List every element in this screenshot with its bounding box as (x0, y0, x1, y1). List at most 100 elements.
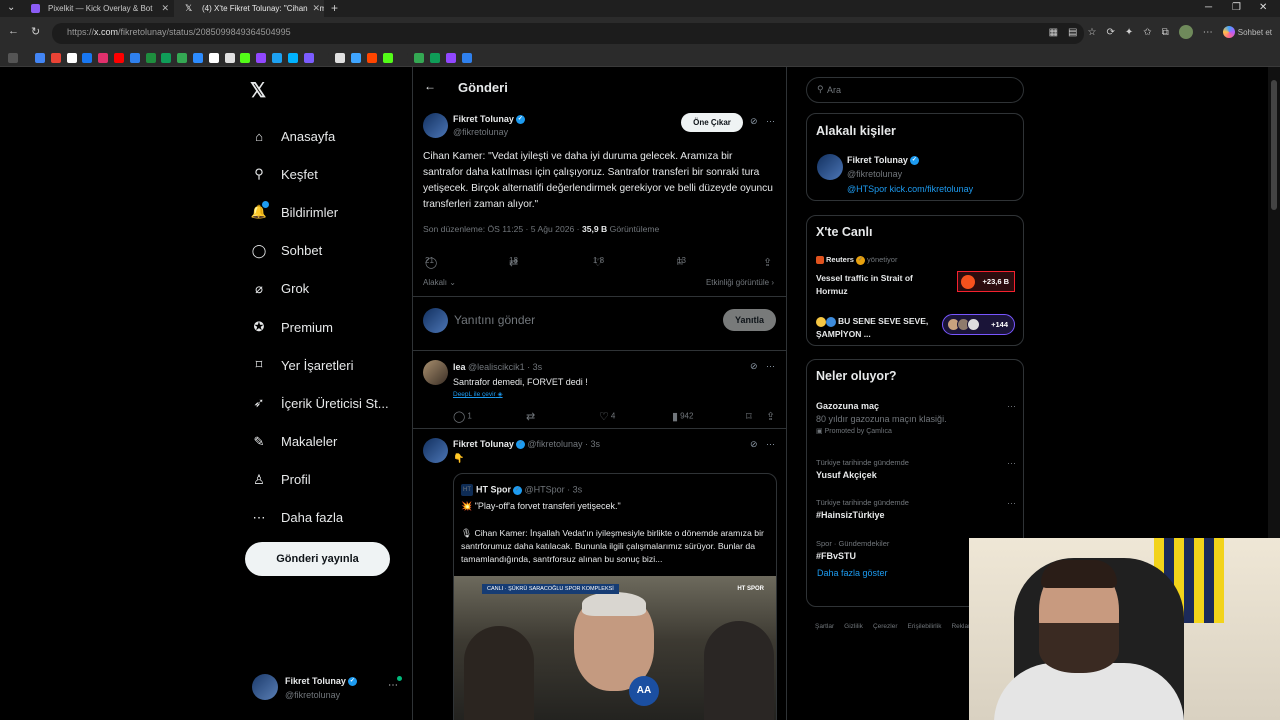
live-item-title[interactable]: Vessel traffic in Strait of Hormuz (816, 272, 946, 298)
browser-tab-pixelkit[interactable]: Pixelkit — Kick Overlay & Bot ✕ (20, 0, 173, 17)
bookmark-favicon-icon[interactable] (382, 53, 393, 63)
nav-item-home[interactable]: ⌂ Anasayfa (250, 117, 389, 155)
quoted-post[interactable]: HT HT Spor ✓ @HTSpor · 3s 💥 "Play-off'a fo… (453, 473, 777, 720)
nav-item-chat[interactable]: ◯ Sohbet (250, 232, 389, 270)
author-name[interactable]: Fikret Tolunay ✓ (453, 114, 525, 125)
account-switcher[interactable]: Fikret Tolunay ✓ @fikretolunay ⋯ (252, 674, 402, 704)
refresh-extension-icon[interactable]: ⟳ (1106, 27, 1114, 38)
reload-icon[interactable]: ↻ (31, 25, 40, 38)
bookmark-favicon-icon[interactable] (35, 53, 45, 63)
nav-item-grok[interactable]: ⌀ Grok (250, 270, 389, 308)
trend-item[interactable]: Türkiye tarihinde gündemde #HainsizTürki… (816, 498, 1016, 520)
related-person-handle[interactable]: @fikretolunay (847, 169, 902, 179)
split-screen-icon[interactable]: ▦ (1049, 27, 1058, 38)
account-more-icon[interactable]: ⋯ (388, 680, 398, 691)
bookmark-favicon-icon[interactable] (145, 53, 156, 63)
reply-more-icon[interactable]: ⋯ (766, 439, 775, 450)
bookmark-apps-icon[interactable] (8, 53, 18, 63)
nav-item-bookmark[interactable]: ⌑ Yer İşaretleri (250, 346, 389, 384)
settings-more-icon[interactable]: ⋯ (1203, 27, 1213, 38)
nav-item-search[interactable]: ⚲ Keşfet (250, 155, 389, 193)
new-tab-icon[interactable]: + (331, 0, 338, 16)
close-tab-icon[interactable]: ✕ (161, 0, 169, 17)
scrollbar-thumb[interactable] (1271, 80, 1277, 210)
nav-item-premium[interactable]: ✪ Premium (250, 308, 389, 346)
trend-item[interactable]: Türkiye tarihinde gündemde Yusuf Akçiçek… (816, 458, 1016, 480)
deepl-translate-link[interactable]: DeepL ile çevir ◈ (453, 390, 503, 398)
bookmark-favicon-icon[interactable] (177, 53, 188, 63)
footer-link[interactable]: Erişilebilirlik (908, 623, 942, 630)
nav-item-more-circle[interactable]: ⋯ Daha fazla (250, 499, 389, 537)
bookmark-favicon-icon[interactable] (208, 53, 219, 63)
bookmark-favicon-icon[interactable] (98, 53, 109, 63)
live-source[interactable]: Reuters ✓ yönetiyor (816, 255, 897, 265)
nav-item-article[interactable]: ✎ Makaleler (250, 423, 389, 461)
live-listeners-pill[interactable]: +144 (942, 314, 1015, 335)
grok-explain-icon[interactable]: ⊘ (750, 116, 758, 127)
browser-tab-x-post[interactable]: 𝕏 (4) X'te Fikret Tolunay: "Cihan Kam ✕ (174, 0, 324, 17)
trend-more-icon[interactable]: ⋯ (1007, 458, 1016, 469)
search-input[interactable] (827, 82, 1007, 98)
bookmark-favicon-icon[interactable] (335, 53, 346, 63)
browser-profile-avatar[interactable] (1178, 25, 1193, 39)
bookmark-favicon-icon[interactable] (287, 53, 298, 63)
repost-action[interactable]: ⇄ (526, 410, 537, 423)
search-box[interactable]: ⚲ (806, 77, 1024, 103)
reply-author[interactable]: lea @lealiscikcik1 · 3s (453, 362, 542, 372)
minimize-icon[interactable]: ─ (1205, 0, 1212, 16)
x-logo-icon[interactable]: 𝕏 (250, 78, 266, 103)
bookmark-favicon-icon[interactable] (319, 53, 330, 63)
post-more-icon[interactable]: ⋯ (766, 116, 775, 127)
quoted-media-image[interactable]: AA CANLI · ŞÜKRÜ SARACOĞLU SPOR KOMPLEKS… (454, 576, 776, 720)
tab-list-chevron-icon[interactable]: ⌄ (7, 0, 15, 16)
grok-explain-icon[interactable]: ⊘ (750, 439, 758, 450)
close-tab-icon[interactable]: ✕ (310, 0, 320, 17)
show-more-link[interactable]: Daha fazla göster (817, 568, 888, 578)
post-button[interactable]: Gönderi yayınla (245, 542, 390, 576)
views-action[interactable]: ▮ 942 (672, 410, 693, 423)
bookmark-favicon-icon[interactable] (161, 53, 172, 63)
bookmark-favicon-icon[interactable] (272, 53, 282, 63)
live-listeners-pill[interactable]: +23,6 B (957, 271, 1015, 292)
nav-item-bell[interactable]: 🔔 Bildirimler (250, 193, 389, 231)
bookmark-favicon-icon[interactable] (445, 53, 456, 63)
like-action[interactable]: ♡ 4 (599, 410, 615, 423)
bookmark-favicon-icon[interactable] (351, 53, 361, 63)
reply-author[interactable]: Fikret Tolunay ✓ @fikretolunay · 3s (453, 439, 600, 450)
reply-button[interactable]: Yanıtla (723, 309, 776, 331)
related-person-avatar[interactable] (817, 154, 843, 180)
bookmark-favicon-icon[interactable] (66, 53, 77, 63)
footer-link[interactable]: Gizlilik (844, 623, 863, 630)
reply-avatar[interactable] (423, 360, 448, 385)
bookmark-action[interactable]: ⌑ (746, 410, 754, 423)
footer-link[interactable]: Çerezler (873, 623, 898, 630)
related-person-name[interactable]: Fikret Tolunay ✓ (847, 155, 919, 166)
copilot-chat-button[interactable]: Sohbet et (1222, 26, 1272, 38)
bookmark-favicon-icon[interactable] (430, 53, 440, 63)
grok-explain-icon[interactable]: ⊘ (750, 361, 758, 372)
related-person-bio[interactable]: @HTSpor kick.com/fikretolunay (847, 184, 973, 194)
bookmark-favicon-icon[interactable] (461, 53, 472, 63)
bookmark-favicon-icon[interactable] (82, 53, 93, 63)
quoted-author[interactable]: HT HT Spor ✓ @HTSpor · 3s (461, 484, 582, 496)
back-icon[interactable]: ← (8, 25, 19, 37)
extensions-icon[interactable]: ✦ (1125, 27, 1133, 38)
favorite-star-icon[interactable]: ☆ (1087, 27, 1096, 38)
maximize-icon[interactable]: ❐ (1232, 0, 1241, 16)
view-engagements-link[interactable]: Etkinliği görüntüle › (706, 278, 774, 287)
trend-more-icon[interactable]: ⋯ (1007, 498, 1016, 509)
nav-item-profile[interactable]: ♙ Profil (250, 461, 389, 499)
url-field[interactable]: https://x.com/fikretolunay/status/208509… (52, 23, 1084, 44)
nav-item-rocket[interactable]: ➶ İçerik Üreticisi St... (250, 384, 389, 422)
bookmark-favicon-icon[interactable] (256, 53, 267, 63)
reply-input[interactable]: Yanıtını gönder (454, 313, 535, 327)
live-item-title[interactable]: BU SENE SEVE SEVE, ŞAMPİYON ... (816, 315, 946, 341)
bookmark-favicon-icon[interactable] (303, 53, 314, 63)
bookmark-favicon-icon[interactable] (129, 53, 140, 63)
bookmark-favicon-icon[interactable] (50, 53, 61, 63)
bookmark-favicon-icon[interactable] (366, 53, 377, 63)
author-avatar[interactable] (423, 113, 448, 138)
bookmark-favicon-icon[interactable] (240, 53, 251, 63)
bookmark-favicon-icon[interactable] (224, 53, 235, 63)
collections-icon[interactable]: ⧉ (1162, 27, 1169, 38)
